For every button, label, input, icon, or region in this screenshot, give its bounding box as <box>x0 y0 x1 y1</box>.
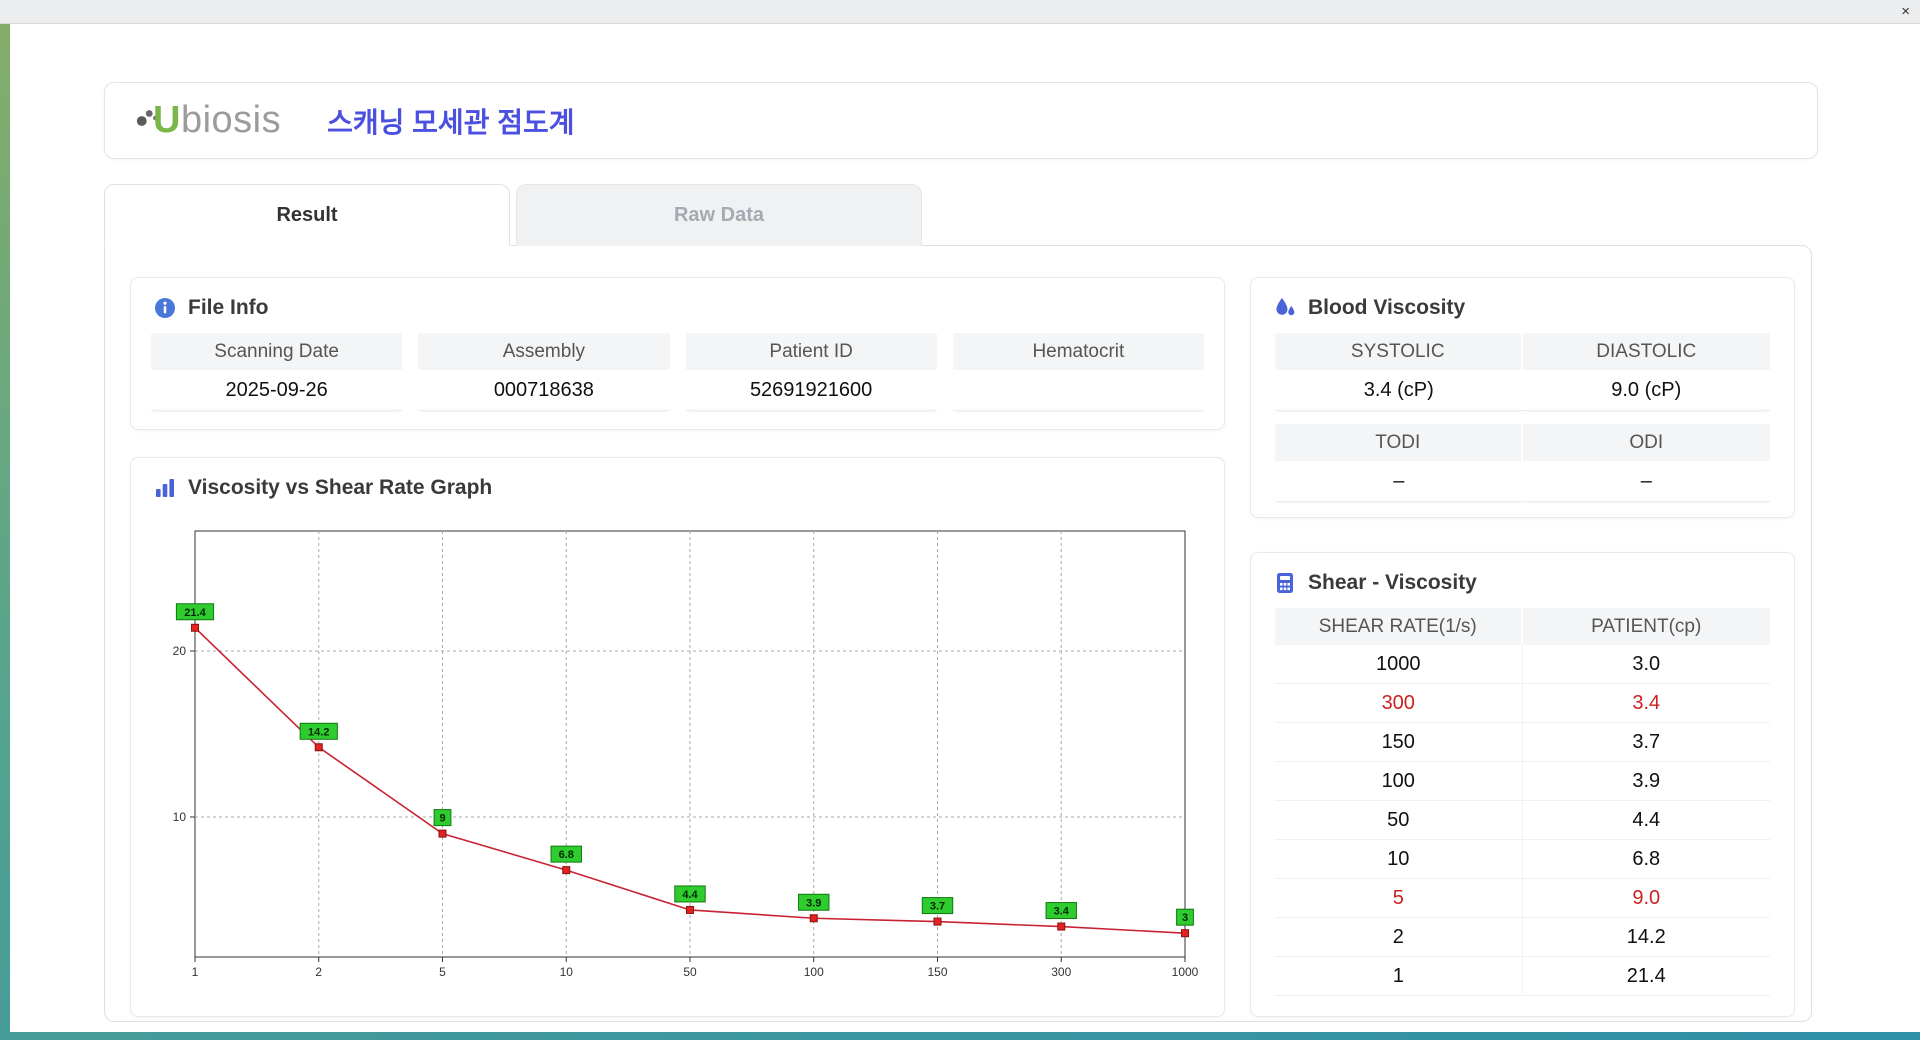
svg-text:100: 100 <box>804 965 824 979</box>
viscosity-chart-svg: 10 20 1 2 5 10 50 100 150 300 1000 21.4 14.2 9 6.8 4.4 3… <box>173 530 1199 979</box>
viscosity-chart: 10 20 1 2 5 10 50 100 150 300 1000 21.4 14.2 9 6.8 4.4 3… <box>131 513 1224 1002</box>
blood-viscosity-title: Blood Viscosity <box>1308 296 1466 319</box>
file-info-table: Scanning Date Assembly Patient ID Hemato… <box>131 333 1224 411</box>
file-info-header: Scanning Date <box>151 333 403 370</box>
bar-chart-icon <box>153 476 177 500</box>
shear-rate-value: 300 <box>1275 684 1523 722</box>
app-header: Ubiosis 스캐닝 모세관 점도계 <box>104 82 1818 159</box>
shear-viscosity-card: Shear - Viscosity SHEAR RATE(1/s) PATIEN… <box>1250 552 1795 1017</box>
shear-rate-value: 10 <box>1275 840 1523 878</box>
patient-viscosity-value: 9.0 <box>1632 887 1661 909</box>
svg-text:50: 50 <box>683 965 697 979</box>
shear-rate-value: 50 <box>1275 801 1523 839</box>
odi-header: ODI <box>1522 424 1770 461</box>
patient-viscosity-value: 4.4 <box>1632 809 1661 831</box>
shear-viscosity-table: SHEAR RATE(1/s) PATIENT(cp) 1000 3.0 300 3.… <box>1251 608 1794 996</box>
shear-rate-value: 2 <box>1275 918 1523 956</box>
hematocrit-value <box>952 370 1204 411</box>
systolic-header: SYSTOLIC <box>1275 333 1523 370</box>
svg-text:10: 10 <box>173 810 187 824</box>
svg-text:3.9: 3.9 <box>806 897 821 909</box>
file-info-card: File Info Scanning Date Assembly Patient… <box>130 277 1225 430</box>
svg-text:300: 300 <box>1051 965 1071 979</box>
shear-viscosity-row: 2 14.2 <box>1275 918 1770 957</box>
page-title: 스캐닝 모세관 점도계 <box>327 106 575 138</box>
tab-raw-data[interactable]: Raw Data <box>516 184 922 246</box>
svg-text:9: 9 <box>439 813 445 825</box>
graph-title: Viscosity vs Shear Rate Graph <box>188 476 493 499</box>
shear-viscosity-title: Shear - Viscosity <box>1308 571 1477 594</box>
result-panel: File Info Scanning Date Assembly Patient… <box>104 245 1812 1022</box>
blood-viscosity-row-2: TODI ODI – – <box>1251 424 1794 502</box>
svg-text:6.8: 6.8 <box>559 849 574 861</box>
shear-rate-value: 1 <box>1275 957 1523 995</box>
file-info-header: Patient ID <box>685 333 937 370</box>
window-titlebar: × <box>0 0 1920 24</box>
svg-text:2: 2 <box>315 965 322 979</box>
shear-rate-value: 5 <box>1275 879 1523 917</box>
shear-rate-value: 150 <box>1275 723 1523 761</box>
logo-rest: biosis <box>180 99 282 141</box>
svg-text:5: 5 <box>439 965 446 979</box>
scanning-date-value: 2025-09-26 <box>151 370 403 411</box>
shear-viscosity-row: 5 9.0 <box>1275 879 1770 918</box>
ubiosis-logo: Ubiosis <box>135 99 281 142</box>
shear-rate-value: 1000 <box>1275 645 1523 683</box>
svg-text:150: 150 <box>927 965 947 979</box>
svg-text:1000: 1000 <box>1172 965 1199 979</box>
shear-viscosity-rows: 1000 3.0 300 3.4 150 3.7 100 3.9 50 4.4 10 6.8 5 9.0 2… <box>1275 645 1770 996</box>
patient-viscosity-value: 14.2 <box>1626 926 1666 948</box>
patient-viscosity-value: 3.4 <box>1632 692 1661 714</box>
svg-text:3: 3 <box>1182 912 1188 924</box>
svg-text:14.2: 14.2 <box>308 726 329 738</box>
patient-viscosity-value: 3.7 <box>1632 731 1661 753</box>
patient-viscosity-value: 3.9 <box>1632 770 1661 792</box>
app-window: Ubiosis 스캐닝 모세관 점도계 Result Raw Data File… <box>10 24 1920 1032</box>
file-info-header: Hematocrit <box>952 333 1204 370</box>
blood-viscosity-card: Blood Viscosity SYSTOLIC DIASTOLIC 3.4 (… <box>1250 277 1795 518</box>
info-icon <box>153 296 177 320</box>
shear-viscosity-row: 100 3.9 <box>1275 762 1770 801</box>
shear-viscosity-row: 50 4.4 <box>1275 801 1770 840</box>
svg-text:21.4: 21.4 <box>184 607 206 619</box>
patient-viscosity-value: 6.8 <box>1632 848 1661 870</box>
shear-viscosity-row: 10 6.8 <box>1275 840 1770 879</box>
assembly-value: 000718638 <box>418 370 670 411</box>
todi-header: TODI <box>1275 424 1523 461</box>
calculator-icon <box>1273 571 1297 595</box>
todi-value: – <box>1275 461 1523 502</box>
svg-text:10: 10 <box>560 965 574 979</box>
logo-letter-u: U <box>153 99 181 141</box>
diastolic-value: 9.0 (cP) <box>1522 370 1770 411</box>
close-icon[interactable]: × <box>1901 2 1910 22</box>
file-info-header: Assembly <box>418 333 670 370</box>
svg-text:3.7: 3.7 <box>930 901 945 913</box>
svg-text:4.4: 4.4 <box>682 889 698 901</box>
svg-text:1: 1 <box>192 965 199 979</box>
file-info-title: File Info <box>188 296 269 319</box>
patient-column-header: PATIENT(cp) <box>1522 608 1770 645</box>
patient-viscosity-value: 3.0 <box>1632 653 1661 675</box>
blood-viscosity-row-1: SYSTOLIC DIASTOLIC 3.4 (cP) 9.0 (cP) <box>1251 333 1794 411</box>
svg-text:20: 20 <box>173 644 187 658</box>
diastolic-header: DIASTOLIC <box>1522 333 1770 370</box>
shear-viscosity-row: 1000 3.0 <box>1275 645 1770 684</box>
patient-viscosity-value: 21.4 <box>1626 965 1666 987</box>
odi-value: – <box>1522 461 1770 502</box>
tab-result[interactable]: Result <box>104 184 510 246</box>
shear-rate-value: 100 <box>1275 762 1523 800</box>
patient-id-value: 52691921600 <box>685 370 937 411</box>
svg-text:3.4: 3.4 <box>1054 906 1070 918</box>
shear-rate-column-header: SHEAR RATE(1/s) <box>1275 608 1523 645</box>
logo-text: Ubiosis <box>153 99 281 142</box>
tab-bar: Result Raw Data <box>104 184 922 246</box>
shear-viscosity-row: 300 3.4 <box>1275 684 1770 723</box>
droplets-icon <box>1273 296 1297 320</box>
viscosity-graph-card: Viscosity vs Shear Rate Graph 10 20 1 2 5 10 5… <box>130 457 1225 1017</box>
shear-viscosity-row: 150 3.7 <box>1275 723 1770 762</box>
shear-viscosity-row: 1 21.4 <box>1275 957 1770 996</box>
systolic-value: 3.4 (cP) <box>1275 370 1523 411</box>
